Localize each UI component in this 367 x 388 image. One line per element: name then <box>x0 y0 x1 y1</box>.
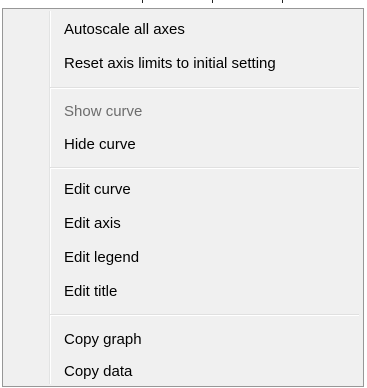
context-menu: Autoscale all axes Reset axis limits to … <box>2 8 364 387</box>
menu-item-label: Edit curve <box>64 181 131 198</box>
menu-separator <box>50 87 359 89</box>
menu-item-label: Copy graph <box>64 331 142 348</box>
menu-item-label: Edit title <box>64 283 118 300</box>
menu-item-label: Edit axis <box>64 215 121 232</box>
underlying-window-strip <box>0 0 367 8</box>
axis-tick-mark <box>212 0 213 3</box>
axis-tick-mark <box>142 0 143 3</box>
menu-item-hide-curve[interactable]: Hide curve <box>5 132 361 158</box>
menu-item-label: Hide curve <box>64 136 136 153</box>
menu-item-label: Copy data <box>64 363 133 380</box>
menu-item-copy-graph[interactable]: Copy graph <box>5 327 361 353</box>
menu-separator <box>50 314 359 316</box>
menu-item-edit-axis[interactable]: Edit axis <box>5 211 361 237</box>
axis-tick-mark <box>282 0 283 3</box>
menu-item-copy-data[interactable]: Copy data <box>5 359 361 385</box>
menu-item-label: Reset axis limits to initial setting <box>64 55 276 72</box>
menu-item-label: Edit legend <box>64 249 140 266</box>
menu-item-show-curve[interactable]: Show curve <box>5 99 361 125</box>
menu-item-edit-title[interactable]: Edit title <box>5 279 361 305</box>
menu-item-autoscale-all-axes[interactable]: Autoscale all axes <box>5 17 361 43</box>
menu-item-edit-legend[interactable]: Edit legend <box>5 245 361 271</box>
menu-separator <box>50 167 359 169</box>
menu-item-reset-axis-limits[interactable]: Reset axis limits to initial setting <box>5 51 361 77</box>
menu-item-label: Show curve <box>64 103 143 120</box>
menu-item-label: Autoscale all axes <box>64 21 185 38</box>
menu-item-edit-curve[interactable]: Edit curve <box>5 177 361 203</box>
